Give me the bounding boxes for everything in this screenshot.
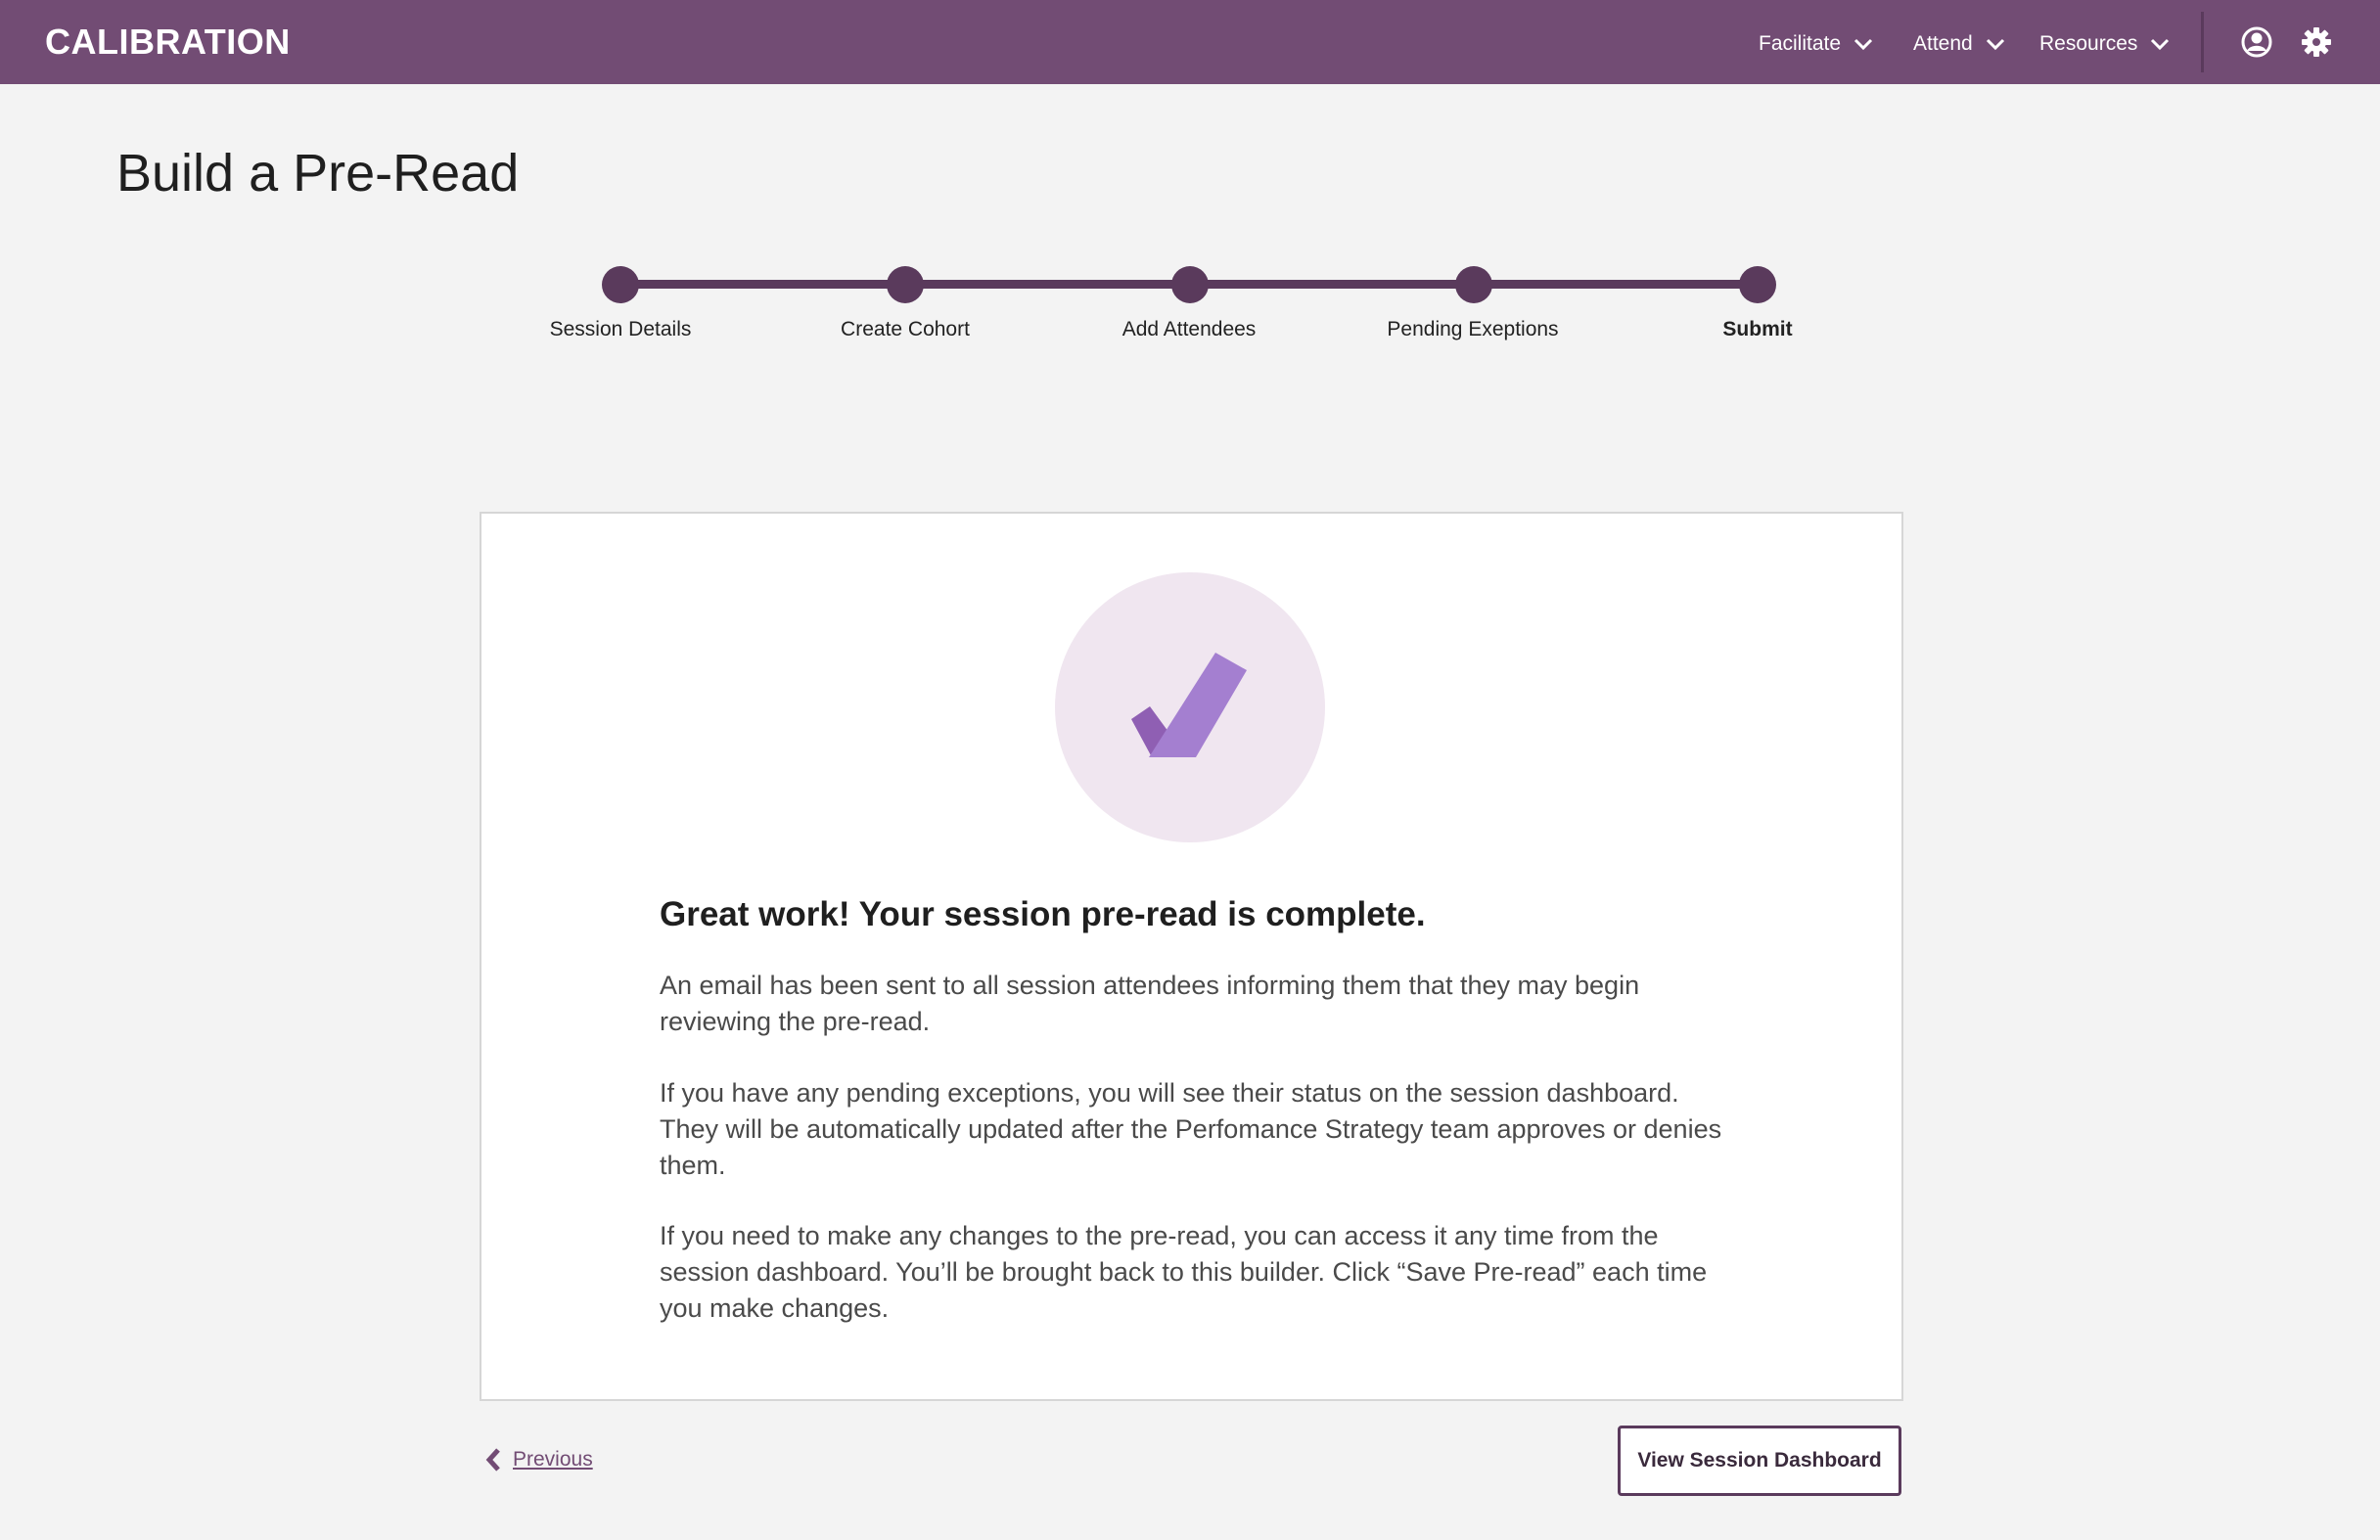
chevron-down-icon: [2151, 38, 2170, 51]
step-dot-session-details[interactable]: [602, 266, 639, 303]
step-dot-add-attendees[interactable]: [1171, 266, 1209, 303]
step-dot-submit[interactable]: [1739, 266, 1776, 303]
top-nav-bar: CALIBRATION Facilitate Attend Resources: [0, 0, 2380, 84]
nav-facilitate-label: Facilitate: [1759, 32, 1842, 55]
nav-attend-label: Attend: [1913, 32, 1973, 55]
step-label-session-details[interactable]: Session Details: [493, 318, 748, 341]
success-badge: [1055, 572, 1325, 842]
chevron-down-icon: [1986, 38, 2004, 51]
info-paragraph-email: An email has been sent to all session at…: [660, 971, 1640, 1036]
chevron-left-icon: [485, 1448, 500, 1472]
view-session-dashboard-button[interactable]: View Session Dashboard: [1618, 1426, 1901, 1496]
app-logo[interactable]: CALIBRATION: [45, 22, 291, 63]
nav-divider: [2201, 12, 2204, 72]
nav-attend[interactable]: Attend: [1913, 29, 2006, 59]
success-headline: Great work! Your session pre-read is com…: [660, 895, 1426, 933]
user-profile-icon[interactable]: [2240, 25, 2273, 59]
previous-link[interactable]: Previous: [483, 1446, 593, 1473]
info-paragraph-changes: If you need to make any changes to the p…: [660, 1221, 1708, 1323]
nav-resources-label: Resources: [2039, 32, 2138, 55]
page-title: Build a Pre-Read: [116, 144, 520, 203]
step-label-add-attendees[interactable]: Add Attendees: [1062, 318, 1316, 341]
chevron-down-icon: [1854, 38, 1873, 51]
nav-facilitate[interactable]: Facilitate: [1759, 29, 1874, 59]
step-dot-create-cohort[interactable]: [887, 266, 924, 303]
step-label-create-cohort[interactable]: Create Cohort: [778, 318, 1032, 341]
checkmark-icon: [1131, 653, 1247, 757]
confirmation-card: Great work! Your session pre-read is com…: [480, 512, 1903, 1401]
step-label-submit[interactable]: Submit: [1630, 318, 1885, 341]
nav-resources[interactable]: Resources: [2039, 29, 2171, 59]
info-paragraph-exceptions: If you have any pending exceptions, you …: [660, 1078, 1722, 1180]
previous-link-label: Previous: [513, 1448, 593, 1471]
step-dot-pending-exceptions[interactable]: [1455, 266, 1492, 303]
gear-icon[interactable]: [2300, 25, 2333, 59]
step-label-pending-exceptions[interactable]: Pending Exeptions: [1346, 318, 1600, 341]
